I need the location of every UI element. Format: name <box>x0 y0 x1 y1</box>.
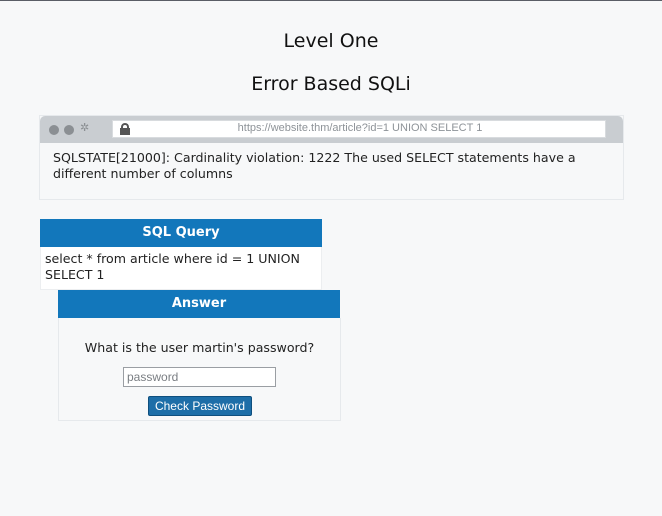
page-title: Level One <box>283 30 379 52</box>
sql-query-text: select * from article where id = 1 UNION… <box>40 247 322 290</box>
address-bar[interactable]: https://website.thm/article?id=1 UNION S… <box>112 120 606 138</box>
answer-question: What is the user martin's password? <box>84 340 315 355</box>
window-dot-icon <box>49 125 59 135</box>
window-dot-icon <box>64 125 74 135</box>
gear-icon: ✲ <box>80 121 90 134</box>
address-bar-url: https://website.thm/article?id=1 UNION S… <box>237 122 483 134</box>
password-input[interactable] <box>123 367 276 387</box>
answer-header: Answer <box>58 290 340 318</box>
browser-mockup: ✲ https://website.thm/article?id=1 UNION… <box>39 115 624 200</box>
sql-error-message: SQLSTATE[21000]: Cardinality violation: … <box>53 150 576 181</box>
sql-query-header: SQL Query <box>40 219 322 247</box>
page-subtitle: Error Based SQLi <box>251 73 411 95</box>
browser-toolbar: ✲ https://website.thm/article?id=1 UNION… <box>40 116 623 143</box>
check-password-button[interactable]: Check Password <box>148 396 252 416</box>
top-border <box>0 0 662 1</box>
answer-panel: What is the user martin's password? Chec… <box>58 318 341 421</box>
